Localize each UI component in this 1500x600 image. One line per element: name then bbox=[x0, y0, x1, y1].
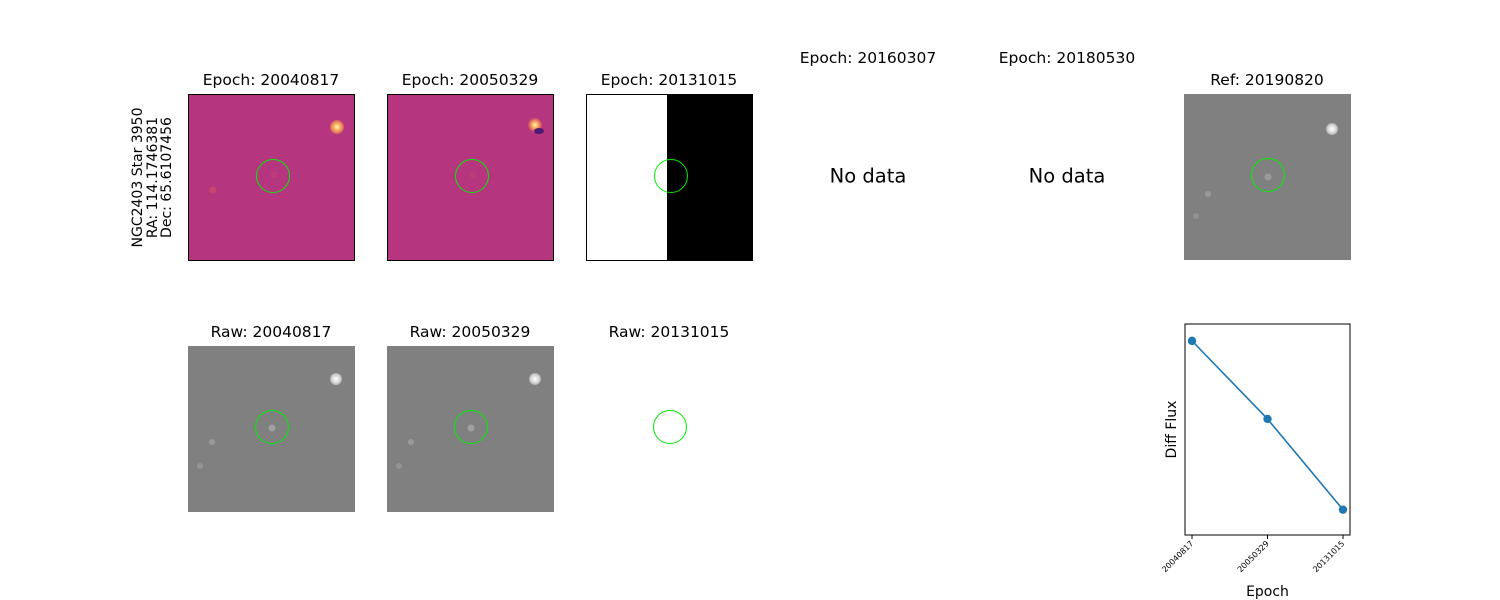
raw-image-epoch-2 bbox=[387, 346, 554, 512]
panel-title-epoch-1: Epoch: 20040817 bbox=[202, 71, 340, 89]
bright-source bbox=[1326, 123, 1338, 135]
bright-source bbox=[330, 373, 342, 385]
diff-image-epoch-2 bbox=[387, 94, 554, 261]
raw-image-epoch-3 bbox=[586, 346, 753, 512]
panel-title-epoch-2: Epoch: 20050329 bbox=[401, 71, 539, 89]
faint-source bbox=[209, 439, 215, 445]
faint-source bbox=[1193, 213, 1199, 219]
aperture-circle bbox=[256, 159, 290, 193]
faint-source bbox=[396, 463, 402, 469]
bright-source bbox=[330, 120, 344, 134]
aperture-circle bbox=[255, 410, 289, 444]
aperture-circle bbox=[454, 410, 488, 444]
data-point bbox=[1187, 336, 1197, 346]
x-tick-label: 20040817 bbox=[1160, 539, 1195, 574]
target-ra: RA: 114.1746381 bbox=[144, 116, 161, 239]
panel-title-raw-1: Raw: 20040817 bbox=[210, 323, 332, 341]
no-data-message: No data bbox=[1028, 164, 1106, 188]
faint-source bbox=[1205, 191, 1211, 197]
plot-frame bbox=[1184, 323, 1351, 536]
data-point bbox=[1263, 414, 1272, 424]
aperture-circle bbox=[455, 159, 489, 193]
faint-source bbox=[209, 186, 217, 194]
faint-source bbox=[197, 463, 203, 469]
y-axis-label: Diff Flux bbox=[1164, 401, 1180, 459]
diff-flux-light-curve: 20040817 20050329 20131015 Epoch Diff Flux bbox=[1160, 323, 1351, 600]
reference-image bbox=[1184, 94, 1351, 260]
diff-image-epoch-1 bbox=[188, 94, 355, 261]
x-axis-label: Epoch bbox=[1246, 584, 1289, 600]
no-data-message: No data bbox=[829, 164, 907, 188]
faint-source bbox=[408, 439, 414, 445]
target-name: NGC2403 Star 3950 bbox=[130, 107, 146, 248]
target-dec: Dec: 65.6107456 bbox=[159, 117, 176, 238]
panel-title-epoch-3: Epoch: 20131015 bbox=[600, 71, 738, 89]
data-point bbox=[1338, 505, 1348, 514]
target-label: NGC2403 Star 3950 RA: 114.1746381 Dec: 6… bbox=[130, 105, 183, 250]
aperture-circle bbox=[654, 159, 688, 193]
aperture-circle bbox=[653, 410, 687, 444]
diff-image-epoch-3 bbox=[586, 94, 753, 261]
panel-title-reference: Ref: 20190820 bbox=[1210, 71, 1324, 89]
panel-title-raw-2: Raw: 20050329 bbox=[409, 323, 531, 341]
raw-image-epoch-1 bbox=[188, 346, 355, 512]
panel-title-raw-3: Raw: 20131015 bbox=[608, 323, 730, 341]
x-tick-label: 20050329 bbox=[1236, 539, 1271, 574]
aperture-circle bbox=[1251, 158, 1285, 192]
bright-source bbox=[529, 373, 541, 385]
series-line bbox=[1191, 340, 1344, 511]
panel-title-epoch-4: Epoch: 20160307 bbox=[799, 49, 937, 67]
panel-title-epoch-5: Epoch: 20180530 bbox=[998, 49, 1136, 67]
negative-residual bbox=[534, 128, 544, 134]
x-tick-label: 20131015 bbox=[1311, 539, 1346, 574]
